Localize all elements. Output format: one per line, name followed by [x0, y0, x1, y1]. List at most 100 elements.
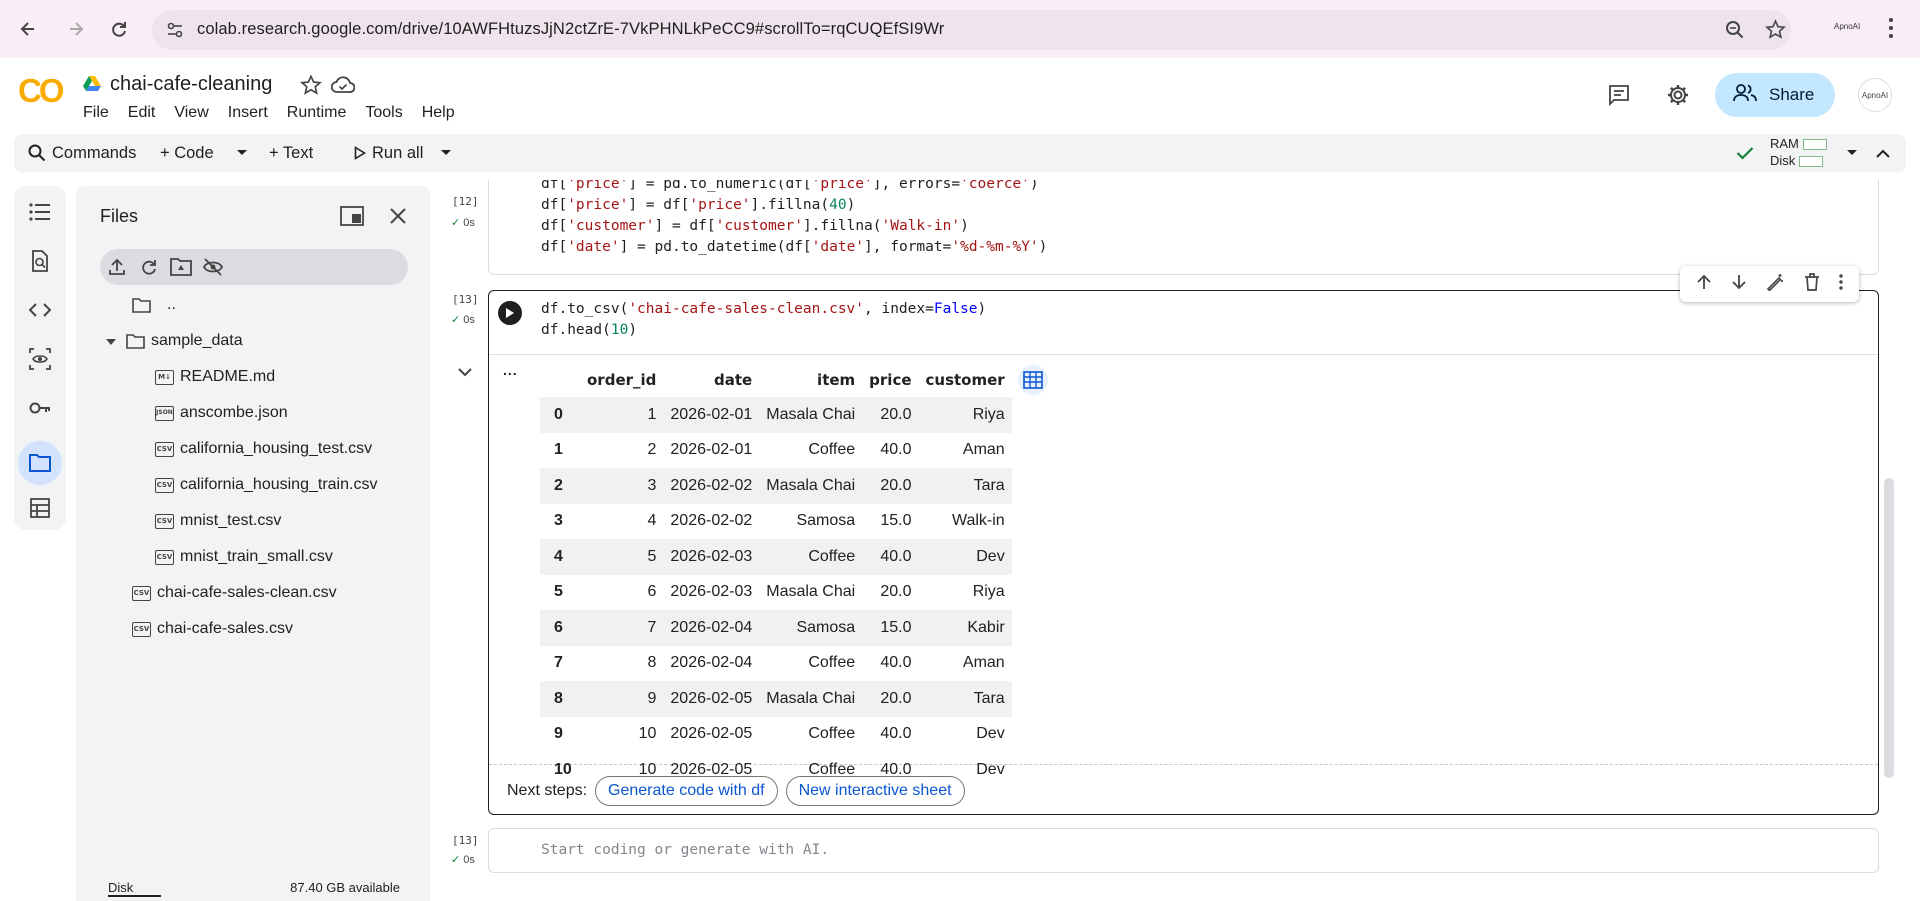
markdown-file-icon: M↓	[155, 369, 174, 385]
output-actions-ellipsis-icon[interactable]: ...	[503, 362, 518, 378]
hide-hidden-files-icon[interactable]	[202, 258, 224, 276]
key-icon[interactable]	[24, 392, 56, 424]
code-editor[interactable]: df['price'] = pd.to_numeric(df['price'],…	[541, 180, 1047, 258]
resources-dropdown-icon[interactable]	[1846, 134, 1858, 172]
empty-code-cell[interactable]: Start coding or generate with AI.	[488, 828, 1879, 873]
edit-magic-icon[interactable]	[1766, 273, 1784, 296]
column-header: date	[714, 371, 753, 389]
forward-icon[interactable]	[60, 13, 92, 45]
add-text-label: + Text	[269, 143, 314, 162]
collapse-header-icon[interactable]	[1876, 134, 1890, 172]
run-cell-play-icon[interactable]	[498, 301, 522, 325]
file-item-mnist-train[interactable]: CSV mnist_train_small.csv	[155, 542, 333, 572]
secrets-eye-icon[interactable]	[24, 343, 56, 375]
table-cell: 9	[580, 681, 664, 717]
menu-file[interactable]: File	[83, 104, 118, 122]
code-cell[interactable]: df['price'] = pd.to_numeric(df['price'],…	[488, 180, 1879, 275]
dataframe-table: order_id date item price customer 0 1 2026…	[540, 363, 1012, 788]
table-row: 5 6 2026-02-03 Masala Chai 20.0 Riya	[540, 575, 1012, 611]
csv-file-icon: CSV	[132, 585, 151, 601]
site-info-icon[interactable]	[166, 21, 184, 44]
file-item-readme[interactable]: M↓ README.md	[155, 362, 275, 392]
file-item-sales-clean[interactable]: CSV chai-cafe-sales-clean.csv	[132, 578, 337, 608]
table-row: 1 2 2026-02-01 Coffee 40.0 Aman	[540, 433, 1012, 469]
colab-logo[interactable]: CO	[18, 72, 67, 111]
add-code-dropdown-icon[interactable]	[236, 134, 248, 172]
interactive-sheet-chip[interactable]: New interactive sheet	[785, 776, 965, 806]
commands-button[interactable]: Commands	[28, 134, 136, 172]
delete-trash-icon[interactable]	[1804, 272, 1820, 296]
menu-insert[interactable]: Insert	[228, 104, 277, 122]
menu-runtime[interactable]: Runtime	[287, 104, 356, 122]
run-all-button[interactable]: Run all	[354, 134, 423, 172]
table-cell: 3	[580, 468, 664, 504]
caret-down-icon[interactable]	[106, 332, 116, 350]
file-item-parent[interactable]: ..	[132, 290, 176, 320]
menu-help[interactable]: Help	[422, 104, 464, 122]
table-cell: Coffee	[759, 539, 863, 575]
table-cell: Masala Chai	[766, 583, 856, 601]
move-up-icon[interactable]	[1696, 274, 1712, 295]
code-snippets-icon[interactable]	[24, 294, 56, 326]
file-item-mnist-test[interactable]: CSV mnist_test.csv	[155, 506, 281, 536]
bookmark-star-icon[interactable]	[1765, 19, 1786, 45]
ram-disk-indicator[interactable]: RAM Disk	[1770, 135, 1827, 169]
refresh-icon[interactable]	[140, 258, 158, 276]
menu-view[interactable]: View	[174, 104, 217, 122]
folder-icon	[126, 333, 145, 349]
open-in-tab-icon[interactable]	[340, 206, 364, 231]
file-item-sample-data[interactable]: sample_data	[106, 326, 243, 356]
table-cell: Dev	[976, 725, 1005, 743]
add-text-button[interactable]: + Text	[269, 134, 313, 172]
account-avatar[interactable]: ApnoAI	[1858, 78, 1892, 112]
table-cell: 40.0	[880, 441, 912, 459]
code-editor[interactable]: df.to_csv('chai-cafe-sales-clean.csv', i…	[541, 299, 986, 341]
file-item-sales[interactable]: CSV chai-cafe-sales.csv	[132, 614, 293, 644]
table-cell: 2026-02-05	[663, 681, 760, 717]
mount-drive-icon[interactable]	[170, 258, 192, 276]
more-options-icon[interactable]	[1839, 273, 1843, 295]
cloud-saved-icon[interactable]	[330, 75, 356, 100]
collapse-output-chevron-icon[interactable]	[458, 364, 472, 382]
table-cell: Aman	[962, 654, 1005, 672]
share-label: Share	[1769, 85, 1815, 104]
reload-icon[interactable]	[103, 13, 135, 45]
run-all-dropdown-icon[interactable]	[440, 134, 452, 172]
add-code-button[interactable]: + Code	[160, 134, 214, 172]
share-button[interactable]: Share	[1715, 73, 1835, 117]
commands-label: Commands	[52, 143, 137, 162]
browser-menu-icon[interactable]	[1888, 17, 1894, 44]
table-cell: 15.0	[862, 610, 919, 646]
move-down-icon[interactable]	[1731, 274, 1747, 295]
cell-execution-count: [13]	[452, 293, 479, 306]
menu-edit[interactable]: Edit	[128, 104, 165, 122]
notebook-scrollbar[interactable]	[1884, 478, 1894, 778]
find-replace-icon[interactable]	[24, 245, 56, 277]
table-of-contents-icon[interactable]	[24, 196, 56, 228]
address-bar[interactable]: colab.research.google.com/drive/10AWFHtu…	[152, 10, 1791, 50]
files-folder-icon[interactable]	[18, 441, 62, 485]
notebook-title[interactable]: chai-cafe-cleaning	[110, 73, 272, 96]
settings-gear-icon[interactable]	[1666, 83, 1690, 107]
table-row: 7 8 2026-02-04 Coffee 40.0 Aman	[540, 646, 1012, 682]
upload-icon[interactable]	[108, 258, 126, 276]
file-item-ca-train[interactable]: CSV california_housing_train.csv	[155, 470, 377, 500]
url-text: colab.research.google.com/drive/10AWFHtu…	[197, 20, 945, 38]
star-icon[interactable]	[300, 74, 322, 101]
row-index: 6	[540, 610, 580, 646]
comment-icon[interactable]	[1607, 83, 1631, 107]
menu-tools[interactable]: Tools	[365, 104, 411, 122]
generate-code-chip[interactable]: Generate code with df	[595, 776, 778, 806]
file-item-ca-test[interactable]: CSV california_housing_test.csv	[155, 434, 372, 464]
table-cell: 10	[638, 725, 657, 743]
convert-to-table-icon[interactable]	[1018, 365, 1048, 395]
table-cell: 2026-02-02	[663, 468, 760, 504]
profile-avatar[interactable]: ApnoAI	[1834, 22, 1860, 31]
back-icon[interactable]	[12, 13, 44, 45]
file-item-anscombe[interactable]: JSON anscombe.json	[155, 398, 288, 428]
cell-placeholder[interactable]: Start coding or generate with AI.	[541, 842, 829, 858]
zoom-icon[interactable]	[1725, 20, 1745, 45]
add-code-label: + Code	[160, 143, 214, 162]
variables-table-icon[interactable]	[24, 492, 56, 524]
close-icon[interactable]	[390, 208, 406, 229]
